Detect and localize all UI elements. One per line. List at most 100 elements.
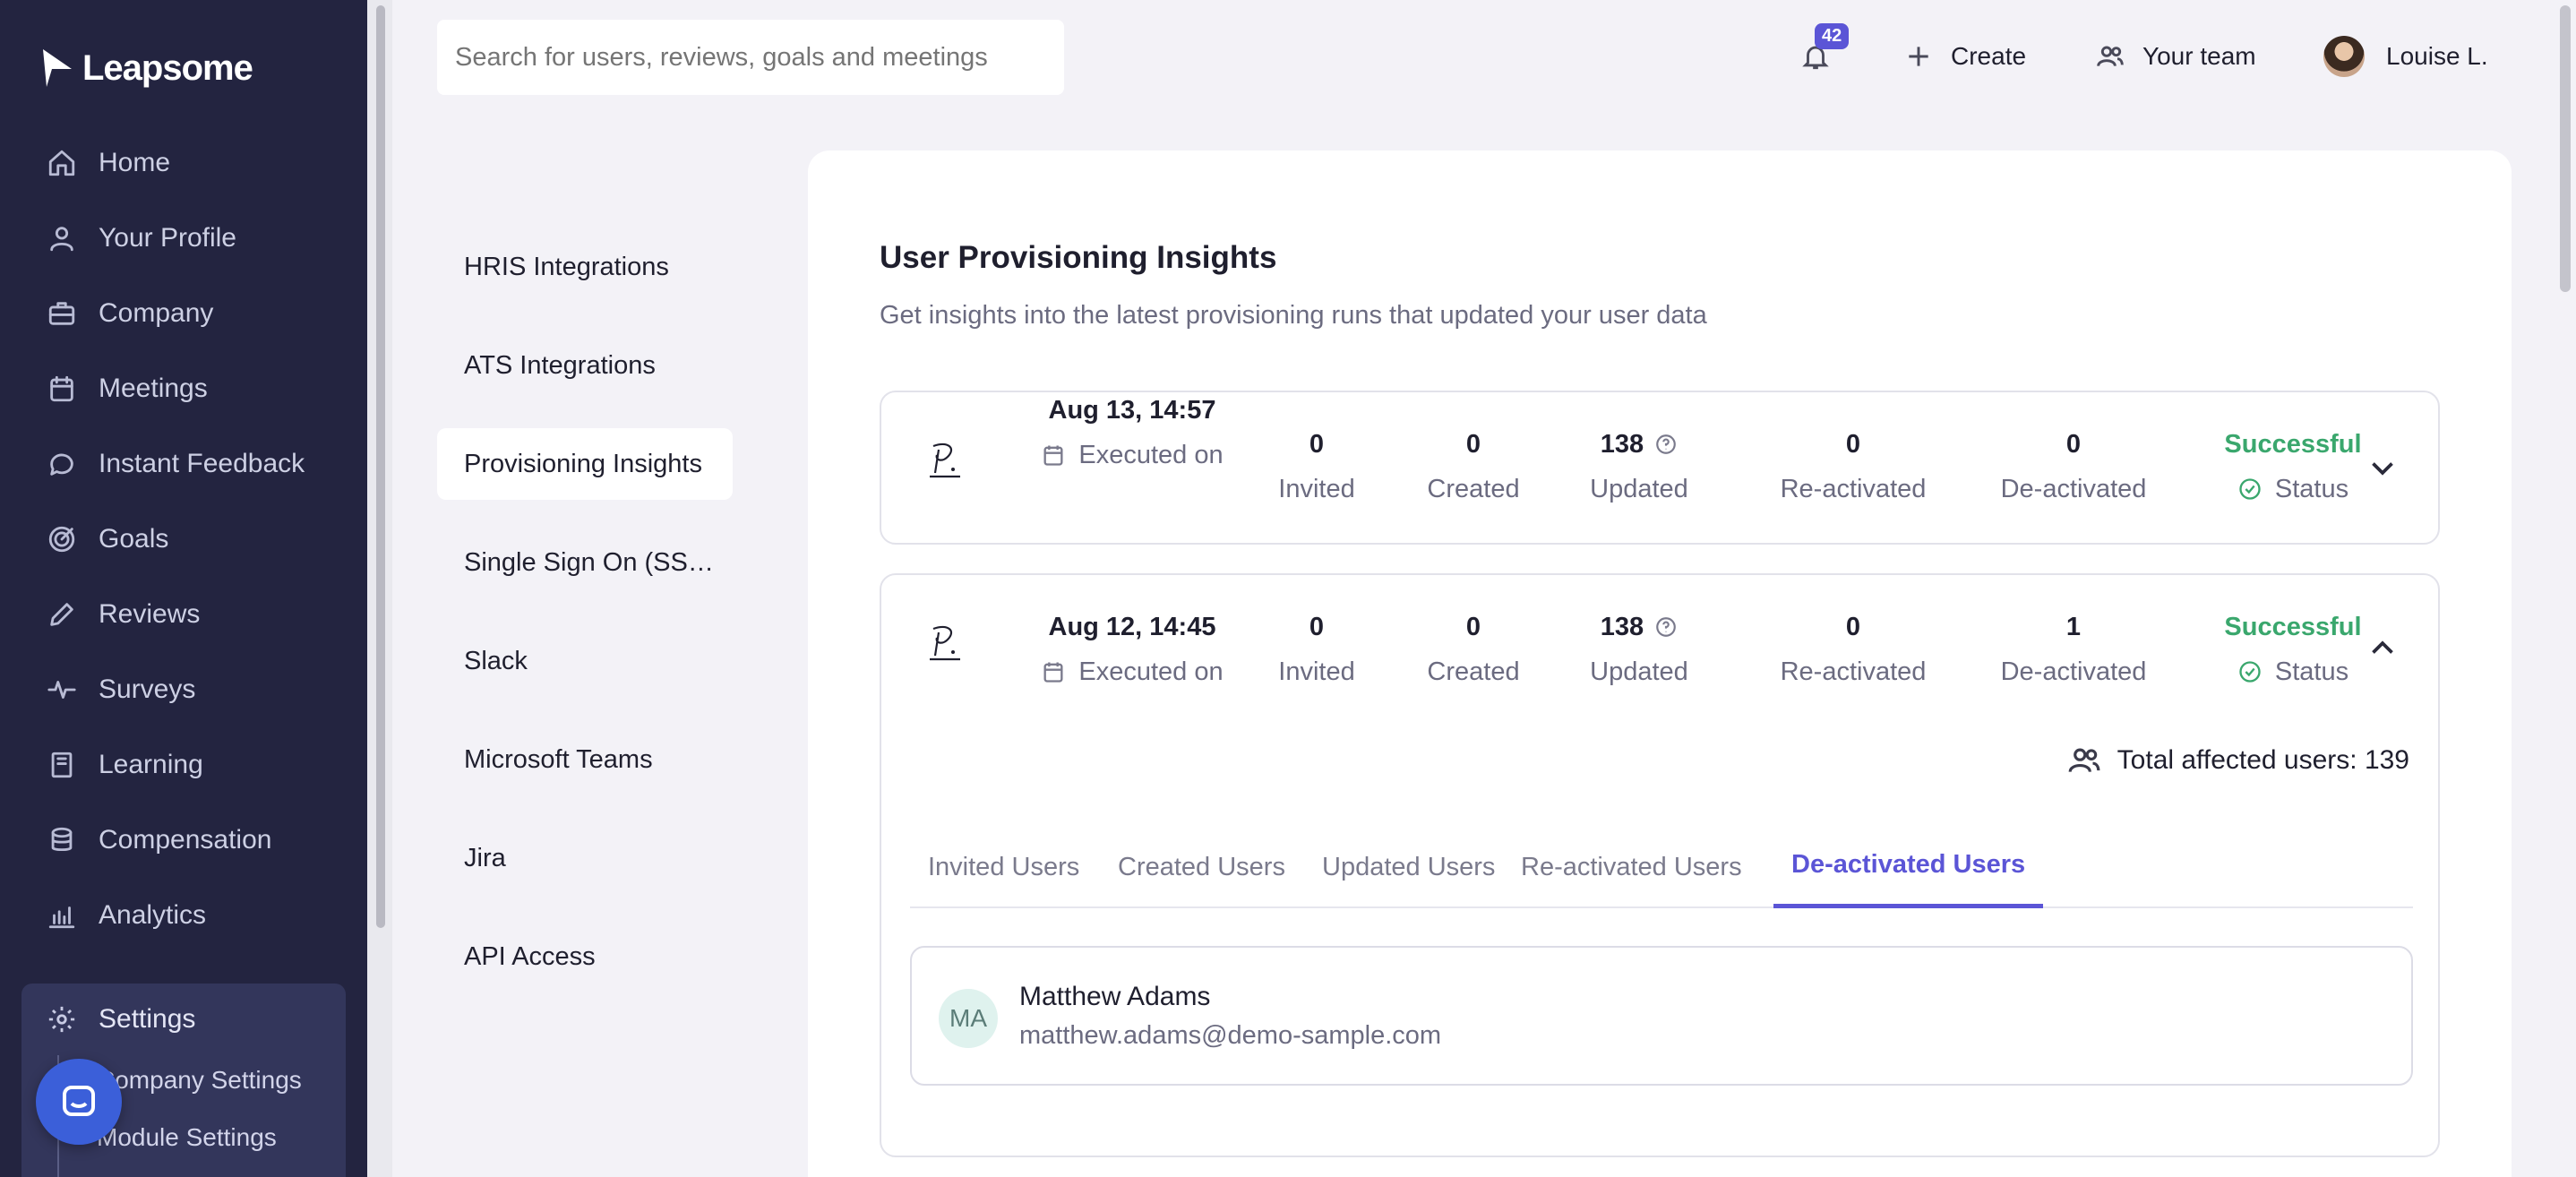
updated-label: Updated — [1590, 474, 1688, 503]
support-chat-button[interactable] — [36, 1059, 122, 1145]
create-label: Create — [1951, 42, 2027, 70]
submenu-jira[interactable]: Jira — [437, 822, 733, 894]
target-icon — [48, 526, 75, 553]
updated-count: 138 — [1600, 429, 1644, 459]
updated-count-wrap: 138 — [1576, 609, 1702, 645]
run-deactivated: 0 De-activated — [1988, 426, 2159, 507]
sidebar-item-surveys[interactable]: Surveys — [0, 652, 367, 727]
sidebar-item-label: Company — [99, 298, 214, 328]
sidebar-item-label: Surveys — [99, 674, 196, 704]
invited-label: Invited — [1278, 657, 1355, 686]
run-date: Aug 12, 14:45 — [1048, 612, 1216, 641]
sidebar-item-label: Reviews — [99, 599, 201, 629]
home-icon — [48, 150, 75, 176]
coins-icon — [51, 827, 73, 852]
run-updated: 138 Updated — [1576, 609, 1702, 690]
sidebar-scrollbar[interactable] — [367, 0, 392, 1177]
run-reactivated: 0 Re-activated — [1768, 609, 1938, 690]
affected-user-card[interactable]: MA Matthew Adams matthew.adams@demo-samp… — [910, 946, 2413, 1086]
user-icon — [50, 227, 73, 252]
sidebar-item-learning[interactable]: Learning — [0, 727, 367, 803]
submenu-provisioning-insights[interactable]: Provisioning Insights — [437, 428, 733, 500]
signature-icon — [930, 442, 960, 478]
page-scrollbar-thumb[interactable] — [2560, 5, 2571, 292]
chat-icon — [50, 453, 73, 476]
run-executed-on: Aug 13, 14:57 Executed on — [1034, 392, 1231, 473]
submenu-api-access[interactable]: API Access — [437, 921, 733, 992]
run-status: Successful Status — [2212, 426, 2374, 507]
submenu-slack[interactable]: Slack — [437, 625, 733, 697]
sidebar-item-compensation[interactable]: Compensation — [0, 803, 367, 878]
deactivated-label: De-activated — [2000, 474, 2147, 503]
page-title: User Provisioning Insights — [880, 240, 1277, 275]
sidebar-item-label: Meetings — [99, 374, 208, 403]
run-created: 0 Created — [1415, 609, 1532, 690]
page-subtitle: Get insights into the latest provisionin… — [880, 301, 1707, 330]
brand-logo[interactable]: Leapsome — [39, 41, 253, 95]
your-team-label: Your team — [2142, 42, 2256, 70]
sidebar-item-instant-feedback[interactable]: Instant Feedback — [0, 426, 367, 502]
run-invited: 0 Invited — [1263, 426, 1370, 507]
total-affected-users: Total affected users: 139 — [2067, 743, 2409, 778]
user-tabs: Invited Users Created Users Updated User… — [910, 826, 2413, 908]
reactivated-count: 0 — [1845, 429, 1861, 459]
executed-on-label: Executed on — [1078, 657, 1224, 686]
provisioning-run-row-expanded[interactable]: Aug 12, 14:45 Executed on 0 Invited 0 Cr… — [880, 573, 2440, 1157]
plus-icon — [1909, 47, 1928, 66]
help-icon[interactable] — [1654, 433, 1678, 456]
chart-icon — [48, 906, 75, 929]
sidebar-item-goals[interactable]: Goals — [0, 502, 367, 577]
reactivated-label: Re-activated — [1780, 657, 1927, 686]
sidebar-item-your-profile[interactable]: Your Profile — [0, 201, 367, 276]
submenu-hris-integrations[interactable]: HRIS Integrations — [437, 231, 733, 303]
sidebar-subitem-module-settings[interactable]: Module Settings — [97, 1123, 277, 1152]
status-label: Status — [2274, 474, 2349, 503]
tab-invited-users[interactable]: Invited Users — [910, 826, 1097, 908]
user-name: Louise L. — [2386, 42, 2488, 70]
run-invited: 0 Invited — [1263, 609, 1370, 690]
create-button[interactable]: Create — [1904, 27, 2026, 86]
chevron-up-icon[interactable] — [2366, 632, 2399, 665]
updated-label: Updated — [1590, 657, 1688, 686]
sidebar-item-settings[interactable]: Settings — [21, 984, 346, 1055]
submenu-single-sign-on[interactable]: Single Sign On (SS… — [437, 527, 733, 598]
help-icon[interactable] — [1654, 615, 1678, 639]
sidebar-item-analytics[interactable]: Analytics — [0, 878, 367, 953]
chevron-down-icon[interactable] — [2366, 451, 2399, 484]
updated-count: 138 — [1600, 612, 1644, 641]
your-team-button[interactable]: Your team — [2096, 27, 2256, 86]
reactivated-label: Re-activated — [1780, 474, 1927, 503]
sidebar-scrollbar-thumb[interactable] — [376, 5, 385, 928]
sidebar: Leapsome Home Your Profile Company Meeti… — [0, 0, 367, 1177]
executed-on-label-wrap: Executed on — [1034, 654, 1231, 690]
main-nav: Home Your Profile Company Meetings Insta… — [0, 125, 367, 953]
sidebar-item-label: Compensation — [99, 825, 272, 855]
tab-updated-users[interactable]: Updated Users — [1304, 826, 1513, 908]
sidebar-subitem-company-settings[interactable]: Company Settings — [97, 1066, 302, 1095]
user-menu[interactable]: Louise L. — [2323, 27, 2488, 86]
sidebar-item-home[interactable]: Home — [0, 125, 367, 201]
user-full-name: Matthew Adams — [1019, 982, 1211, 1011]
search-input[interactable] — [437, 20, 1064, 95]
provisioning-run-row[interactable]: Aug 13, 14:57 Executed on 0 Invited 0 Cr… — [880, 391, 2440, 545]
status-value: Successful — [2224, 429, 2362, 459]
sidebar-item-reviews[interactable]: Reviews — [0, 577, 367, 652]
sidebar-item-meetings[interactable]: Meetings — [0, 351, 367, 426]
submenu-ats-integrations[interactable]: ATS Integrations — [437, 330, 733, 401]
tab-created-users[interactable]: Created Users — [1100, 826, 1303, 908]
submenu-microsoft-teams[interactable]: Microsoft Teams — [437, 724, 733, 795]
user-initials-avatar: MA — [939, 989, 998, 1048]
total-affected-text: Total affected users: 139 — [2117, 745, 2409, 775]
created-label: Created — [1427, 657, 1520, 686]
run-date: Aug 13, 14:57 — [1048, 395, 1216, 425]
sidebar-item-company[interactable]: Company — [0, 276, 367, 351]
tab-deactivated-users[interactable]: De-activated Users — [1773, 826, 2044, 908]
run-status: Successful Status — [2212, 609, 2374, 690]
sidebar-item-label: Instant Feedback — [99, 449, 305, 478]
gear-icon — [48, 1006, 75, 1033]
reactivated-count: 0 — [1845, 612, 1861, 641]
page-scrollbar[interactable] — [2555, 0, 2576, 1177]
tab-reactivated-users[interactable]: Re-activated Users — [1503, 826, 1760, 908]
sidebar-item-label: Settings — [99, 1004, 196, 1034]
sidebar-item-label: Analytics — [99, 900, 207, 930]
